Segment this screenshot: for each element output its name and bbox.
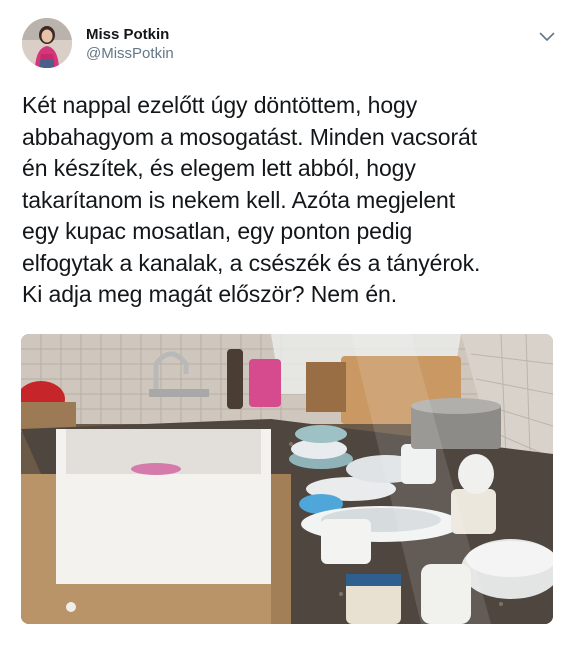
dirty-dishes-photo (21, 334, 553, 624)
tweet-text: Két nappal ezelőtt úgy döntöttem, hogy a… (22, 92, 481, 307)
tweet-card: Miss Potkin @MissPotkin Két nappal ezelő… (0, 0, 574, 650)
tweet-header: Miss Potkin @MissPotkin (22, 18, 558, 72)
display-name[interactable]: Miss Potkin (86, 26, 174, 44)
avatar[interactable] (22, 18, 72, 68)
user-handle[interactable]: @MissPotkin (86, 44, 174, 64)
chevron-down-icon[interactable] (538, 28, 556, 46)
tweet-photo[interactable] (21, 334, 553, 624)
avatar-image (22, 18, 72, 68)
author-names: Miss Potkin @MissPotkin (86, 26, 174, 64)
